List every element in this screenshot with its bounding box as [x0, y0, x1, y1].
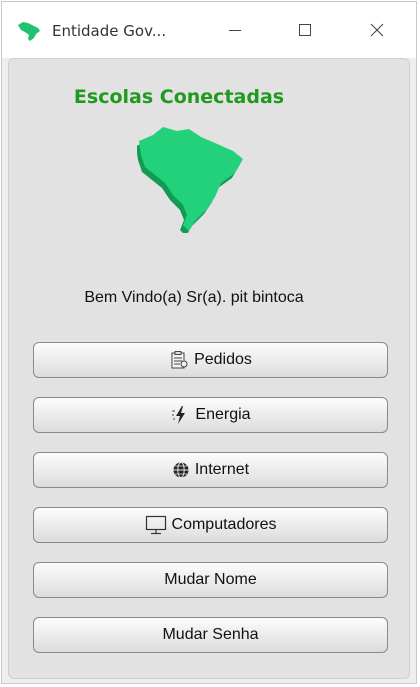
minimize-icon: [229, 30, 241, 31]
page-title: Escolas Conectadas: [73, 86, 285, 108]
energy-icon: [170, 405, 190, 425]
mudar-nome-button[interactable]: Mudar Nome: [33, 562, 388, 598]
internet-label: Internet: [194, 461, 250, 478]
clipboard-icon: [169, 350, 189, 370]
welcome-text: Bem Vindo(a) Sr(a). pit bintoca: [84, 289, 304, 306]
mudar-nome-label: Mudar Nome: [164, 571, 257, 588]
computadores-label: Computadores: [171, 516, 277, 533]
energia-label: Energia: [195, 406, 251, 423]
main-panel: Escolas Conectadas Bem Vindo(a) Sr(a). p…: [8, 58, 410, 679]
window-title: Entidade Gov...: [52, 22, 167, 40]
close-button[interactable]: [354, 2, 400, 58]
energia-button[interactable]: Energia: [33, 397, 388, 433]
monitor-icon: [145, 515, 167, 535]
computadores-button[interactable]: Computadores: [33, 507, 388, 543]
globe-icon: [172, 461, 190, 479]
close-icon: [370, 23, 384, 37]
app-window: Entidade Gov... Escolas Conectadas Bem V…: [1, 1, 417, 684]
title-bar[interactable]: Entidade Gov...: [2, 2, 416, 58]
maximize-icon: [299, 24, 311, 36]
mudar-senha-label: Mudar Senha: [162, 626, 259, 643]
pedidos-button[interactable]: Pedidos: [33, 342, 388, 378]
brazil-map-icon: [18, 22, 40, 41]
maximize-button[interactable]: [282, 2, 328, 58]
brazil-map-icon: [137, 127, 243, 233]
minimize-button[interactable]: [212, 2, 258, 58]
internet-button[interactable]: Internet: [33, 452, 388, 488]
mudar-senha-button[interactable]: Mudar Senha: [33, 617, 388, 653]
pedidos-label: Pedidos: [194, 351, 252, 368]
